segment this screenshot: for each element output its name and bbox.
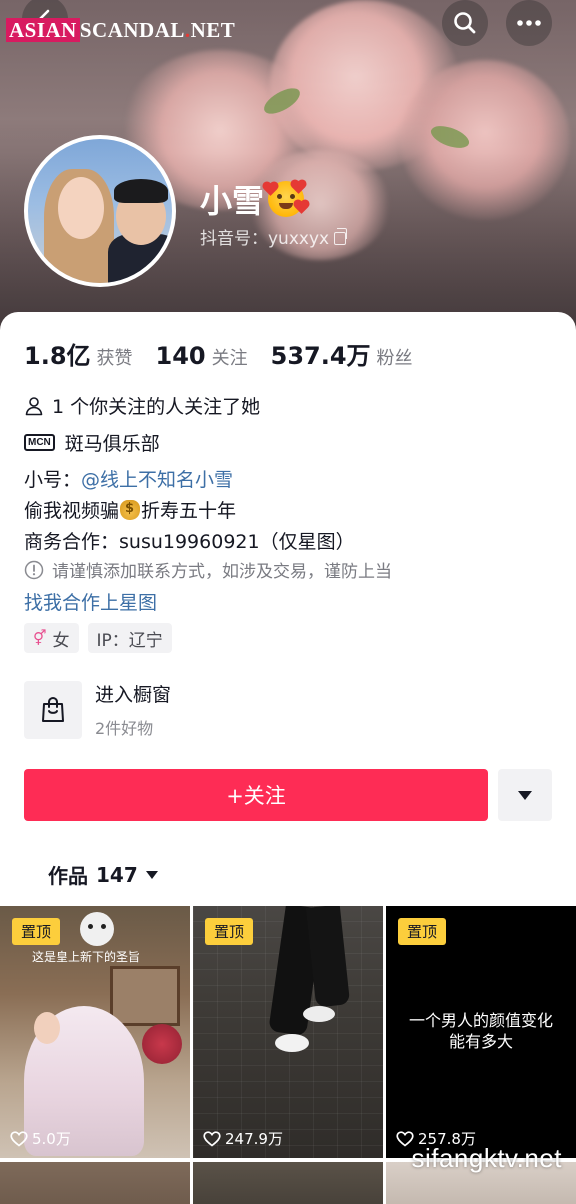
watermark-part-1: ASIAN	[6, 18, 80, 42]
cover-text-line-2: 能有多大	[448, 1032, 513, 1051]
shopping-bag-icon	[42, 696, 64, 722]
stat-likes[interactable]: 1.8亿 获赞	[24, 336, 133, 371]
xingtu-row: 找我合作上星图	[24, 588, 157, 615]
business-contact: 商务合作：susu19960921（仅星图）	[24, 531, 355, 553]
video-likes: 247.9万	[203, 1128, 283, 1149]
heart-outline-icon	[10, 1130, 28, 1147]
alt-account-label: 小号：	[24, 469, 82, 491]
stat-label: 获赞	[96, 348, 133, 369]
watermark-top: ASIAN SCANDAL.NET	[6, 18, 235, 43]
stat-followers[interactable]: 537.4万 粉丝	[271, 336, 413, 371]
avatar[interactable]	[24, 135, 176, 287]
stat-following[interactable]: 140 关注	[156, 342, 248, 370]
smiling-face-with-hearts-icon	[264, 181, 308, 217]
stat-label: 粉丝	[376, 348, 413, 369]
follow-button[interactable]: +关注	[24, 769, 488, 821]
ip-text: IP：辽宁	[96, 630, 163, 651]
gender-text: 女	[52, 630, 70, 651]
video-thumbnail[interactable]: 这是皇上新下的圣旨 置顶 5.0万	[0, 906, 190, 1158]
tab-works[interactable]: 作品 147	[48, 860, 158, 889]
shop-window-entry[interactable]: 进入橱窗 2件好物	[24, 680, 171, 739]
pinned-badge: 置顶	[398, 918, 446, 945]
bio-text-b: 折寿五十年	[141, 500, 237, 522]
follow-options-button[interactable]	[498, 769, 552, 821]
search-button[interactable]	[442, 0, 488, 46]
caret-down-icon	[518, 790, 532, 800]
money-bag-icon	[120, 499, 141, 520]
meme-face-icon	[80, 912, 114, 946]
mutual-follow-text: 1 个你关注的人关注了她	[52, 396, 261, 418]
video-likes: 5.0万	[10, 1128, 71, 1149]
stat-value: 140	[155, 342, 206, 370]
likes-count: 5.0万	[32, 1130, 71, 1148]
video-thumbnail[interactable]: 置顶 247.9万	[193, 906, 383, 1158]
douyin-id-text: 抖音号：yuxxyx	[200, 229, 330, 249]
douyin-id[interactable]: 抖音号：yuxxyx	[200, 224, 348, 249]
bio-text-a: 偷我视频骗	[24, 500, 120, 522]
warning-text: 请谨慎添加联系方式，如涉及交易，谨防上当	[52, 562, 392, 582]
video-cover-text: 一个男人的颜值变化 能有多大	[386, 1010, 576, 1052]
mcn-badge: MCN	[24, 434, 55, 451]
stat-value: 537.4万	[270, 342, 371, 370]
ip-tag: IP：辽宁	[87, 623, 172, 653]
chevron-down-icon	[145, 870, 158, 879]
profile-nickname: 小雪	[200, 176, 308, 222]
copy-icon[interactable]	[334, 228, 348, 245]
gender-tag: ⚥ 女	[24, 623, 79, 653]
works-tab-label: 作品	[48, 864, 88, 888]
xingtu-link[interactable]: 找我合作上星图	[24, 588, 157, 615]
watermark-part-2: SCANDAL	[79, 18, 185, 42]
profile-tags: ⚥ 女 IP：辽宁	[24, 623, 181, 653]
likes-count: 247.9万	[225, 1130, 283, 1148]
person-icon	[25, 396, 43, 415]
shop-title: 进入橱窗	[95, 684, 172, 706]
mutual-follow-row[interactable]: 1 个你关注的人关注了她	[24, 392, 260, 419]
alt-account-link[interactable]: @线上不知名小雪	[81, 465, 233, 492]
video-thumbnail[interactable]: 置顶 一个男人的颜值变化 能有多大 257.8万	[386, 906, 576, 1158]
female-icon: ⚥	[33, 629, 47, 647]
warning-row: 请谨慎添加联系方式，如涉及交易，谨防上当	[24, 557, 392, 582]
video-caption: 这是皇上新下的圣旨	[32, 950, 141, 964]
cover-text-line-1: 一个男人的颜值变化	[408, 1011, 553, 1030]
nickname-text: 小雪	[200, 182, 265, 220]
watermark-part-3: NET	[190, 18, 236, 42]
watermark-bottom: sifangktv.net	[411, 1143, 562, 1173]
pinned-badge: 置顶	[205, 918, 253, 945]
heart-outline-icon	[203, 1130, 221, 1147]
video-thumbnail[interactable]	[193, 1162, 383, 1204]
bio-line-warning-copy: 偷我视频骗 折寿五十年	[24, 496, 236, 523]
shop-subtitle: 2件好物	[95, 719, 154, 738]
more-button[interactable]	[506, 0, 552, 46]
search-icon	[454, 12, 476, 34]
profile-card: 1.8亿 获赞 140 关注 537.4万 粉丝 1 个你关注的人关注了她 MC…	[0, 312, 576, 1204]
business-row: 商务合作：susu19960921（仅星图）	[24, 527, 355, 554]
mcn-name: 斑马俱乐部	[64, 433, 160, 455]
alt-account-row: 小号： @线上不知名小雪	[24, 465, 233, 492]
works-tab-count: 147	[96, 862, 138, 887]
mcn-row[interactable]: MCN 斑马俱乐部	[24, 429, 160, 456]
stat-label: 关注	[211, 348, 248, 369]
pinned-badge: 置顶	[12, 918, 60, 945]
shop-icon-box	[24, 680, 82, 739]
stat-value: 1.8亿	[24, 342, 91, 370]
more-icon	[517, 20, 541, 26]
warning-icon	[24, 560, 44, 579]
video-thumbnail[interactable]	[0, 1162, 190, 1204]
profile-stats: 1.8亿 获赞 140 关注 537.4万 粉丝	[24, 336, 436, 371]
